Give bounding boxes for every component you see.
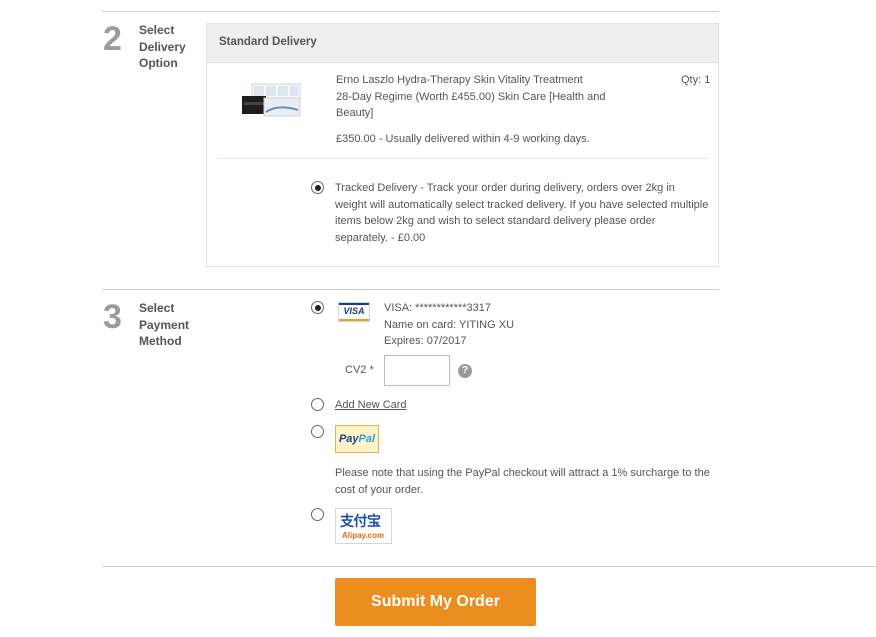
alipay-logo-icon: 支付宝 Alipay.com [335, 508, 392, 544]
submit-order-button[interactable]: Submit My Order [335, 578, 536, 626]
product-price-info: £350.00 - Usually delivered within 4-9 w… [336, 133, 590, 145]
product-image [242, 83, 301, 117]
visa-logo-text: VISA [343, 306, 365, 316]
saved-card-radio[interactable] [311, 301, 324, 314]
paypal-radio[interactable] [311, 425, 324, 438]
paypal-note-line: cost of your order. [335, 483, 424, 496]
alipay-radio[interactable] [311, 508, 324, 521]
saved-card-details: VISA: ************3317 Name on card: YIT… [384, 300, 514, 350]
step-title-delivery: Select Delivery Option [139, 22, 186, 72]
bottom-divider [102, 566, 876, 567]
alipay-logo-cn: 支付宝 [340, 514, 381, 530]
step-divider [102, 289, 719, 290]
delivery-panel-header: Standard Delivery [207, 24, 718, 63]
paypal-logo-part: Pay [338, 433, 359, 445]
step-number-payment: 3 [103, 298, 122, 336]
product-name-line: 28-Day Regime (Worth £455.00) Skin Care … [336, 90, 606, 103]
step-title-line: Select [139, 23, 175, 37]
tracked-delivery-text: Tracked Delivery - Track your order duri… [335, 180, 715, 246]
paypal-logo-text: PayPal [336, 433, 378, 445]
step-number-delivery: 2 [103, 20, 122, 58]
card-name: Name on card: YITING XU [384, 318, 515, 331]
cv2-help-icon[interactable]: ? [458, 364, 472, 378]
card-number: VISA: ************3317 [384, 302, 492, 314]
card-expiry: Expires: 07/2017 [384, 335, 467, 347]
step-title-line: Delivery [139, 39, 186, 54]
product-name: Erno Laszlo Hydra-Therapy Skin Vitality … [336, 72, 616, 122]
cv2-input[interactable] [384, 355, 450, 386]
alipay-logo-en: Alipay.com [342, 531, 385, 540]
step-title-line: Option [139, 56, 178, 70]
tracked-delivery-line: Tracked Delivery - Track your order duri… [335, 182, 675, 194]
paypal-logo-part: Pal [358, 433, 376, 445]
delivery-inner-divider [217, 158, 709, 159]
cv2-label: CV2 * [345, 364, 374, 376]
paypal-note-line: Please note that using the PayPal checko… [335, 467, 710, 479]
tracked-delivery-line: weight will automatically select tracked… [335, 198, 709, 211]
add-new-card-link[interactable]: Add New Card [335, 397, 407, 414]
product-name-line: Beauty] [336, 107, 374, 119]
step-title-payment: Select Payment Method [139, 300, 189, 350]
step-title-line: Payment [139, 317, 190, 332]
visa-logo-icon: VISA [338, 302, 370, 322]
tracked-delivery-line: separately. - £0.00 [335, 231, 426, 244]
paypal-logo-icon: PayPal [335, 425, 379, 453]
tracked-delivery-line: items below 2kg and wish to select stand… [335, 215, 656, 227]
top-divider [102, 11, 719, 12]
add-new-card-radio[interactable] [311, 398, 324, 411]
step-title-line: Method [139, 334, 182, 348]
step-title-line: Select [139, 301, 175, 315]
paypal-note: Please note that using the PayPal checko… [335, 465, 715, 498]
delivery-panel-title: Standard Delivery [219, 36, 317, 48]
product-qty: Qty: 1 [681, 74, 711, 86]
product-name-line: Erno Laszlo Hydra-Therapy Skin Vitality … [336, 74, 583, 86]
tracked-delivery-radio[interactable] [311, 181, 324, 194]
